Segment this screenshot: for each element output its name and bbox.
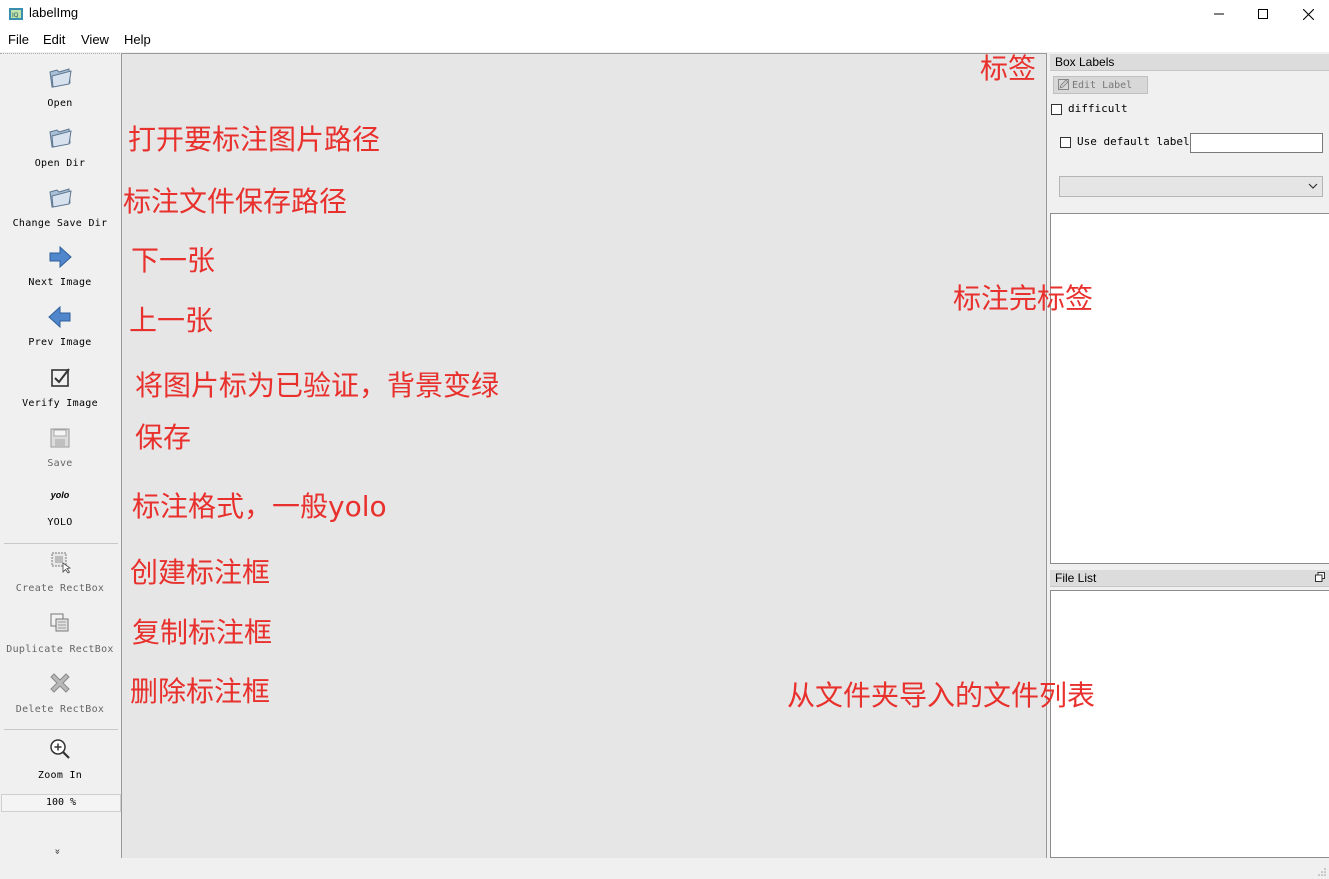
menu-edit[interactable]: Edit: [43, 32, 65, 47]
open-folder-icon: [49, 68, 72, 88]
default-label-input[interactable]: [1190, 133, 1323, 153]
use-default-label-text: Use default label: [1077, 135, 1190, 148]
yolo-format-button[interactable]: yolo YOLO: [0, 482, 120, 534]
right-dock: Box Labels Edit Label difficult Use defa…: [1048, 53, 1329, 858]
toolbar-separator: [4, 729, 118, 730]
status-bar: [0, 858, 1329, 879]
save-dir-folder-icon: [49, 188, 72, 208]
labelimg-app-icon: IQ: [9, 8, 23, 20]
menu-help[interactable]: Help: [124, 32, 151, 47]
save-label: Save: [47, 458, 73, 469]
checkbox-icon: [51, 368, 70, 387]
zoom-level-spinbox[interactable]: 100 %: [1, 794, 121, 812]
difficult-checkbox[interactable]: [1051, 104, 1062, 115]
verify-image-button[interactable]: Verify Image: [0, 362, 120, 414]
minimize-button[interactable]: [1196, 0, 1242, 28]
annotation-done-labels: 标注完标签: [953, 282, 1094, 315]
arrow-right-icon: [49, 245, 72, 269]
zoom-in-label: Zoom In: [37, 770, 83, 781]
change-save-dir-label: Change Save Dir: [12, 218, 108, 229]
label-list[interactable]: [1050, 213, 1329, 564]
toolbar: Open Open Dir Change Save Dir Next Image…: [0, 53, 121, 859]
toolbar-extension-button[interactable]: »: [52, 848, 63, 854]
svg-text:IQ: IQ: [12, 12, 19, 19]
next-image-label: Next Image: [28, 277, 92, 288]
close-button[interactable]: [1285, 0, 1329, 28]
save-button[interactable]: Save: [0, 422, 120, 474]
open-button[interactable]: Open: [0, 62, 120, 114]
create-rectbox-label: Create RectBox: [15, 583, 105, 594]
zoom-in-icon: [50, 739, 70, 759]
annotation-save-path: 标注文件保存路径: [123, 185, 348, 218]
use-default-label-checkbox[interactable]: [1060, 137, 1071, 148]
open-dir-label: Open Dir: [34, 158, 86, 169]
chevron-down-icon: [1308, 183, 1318, 189]
duplicate-rectbox-button[interactable]: Duplicate RectBox: [0, 609, 120, 661]
yolo-label: YOLO: [47, 517, 73, 528]
delete-rectbox-label: Delete RectBox: [15, 704, 105, 715]
menu-view[interactable]: View: [81, 32, 109, 47]
delete-x-icon: [50, 673, 70, 693]
float-dock-icon[interactable]: [1315, 572, 1325, 582]
file-list-title-text: File List: [1055, 571, 1097, 585]
floppy-disk-icon: [50, 428, 70, 448]
menu-file[interactable]: File: [8, 32, 29, 47]
box-labels-title: Box Labels: [1050, 54, 1329, 71]
next-image-button[interactable]: Next Image: [0, 242, 120, 294]
arrow-left-icon: [48, 305, 71, 329]
annotation-prev: 上一张: [129, 304, 214, 337]
delete-rectbox-button[interactable]: Delete RectBox: [0, 669, 120, 721]
open-dir-folder-icon: [49, 128, 72, 148]
annotation-open-path: 打开要标注图片路径: [128, 123, 381, 156]
label-combobox[interactable]: [1059, 176, 1323, 197]
toolbar-separator: [4, 543, 118, 544]
verify-image-label: Verify Image: [22, 398, 98, 409]
annotation-next: 下一张: [131, 244, 216, 277]
annotation-duplicate: 复制标注框: [132, 616, 273, 649]
zoom-in-button[interactable]: Zoom In: [0, 735, 120, 787]
resize-grip-icon[interactable]: [1315, 865, 1327, 877]
minimize-icon: [1214, 13, 1224, 15]
prev-image-button[interactable]: Prev Image: [0, 302, 120, 354]
duplicate-rectbox-icon: [50, 613, 69, 632]
annotation-file-list: 从文件夹导入的文件列表: [787, 679, 1096, 712]
duplicate-rectbox-label: Duplicate RectBox: [6, 644, 114, 655]
annotation-create: 创建标注框: [130, 556, 271, 589]
file-list-title: File List: [1050, 570, 1329, 587]
difficult-label: difficult: [1068, 102, 1128, 115]
annotation-delete: 删除标注框: [130, 675, 271, 708]
maximize-button[interactable]: [1240, 0, 1286, 28]
prev-image-label: Prev Image: [28, 337, 92, 348]
change-save-dir-button[interactable]: Change Save Dir: [0, 182, 120, 234]
maximize-icon: [1258, 9, 1268, 19]
annotation-labels: 标签: [980, 52, 1037, 85]
close-icon: [1302, 8, 1314, 20]
file-list[interactable]: [1050, 590, 1329, 858]
window-title: labelImg: [29, 5, 79, 20]
title-bar: IQ labelImg: [0, 0, 1329, 28]
yolo-icon: yolo: [50, 490, 70, 500]
edit-label-text: Edit Label: [1072, 80, 1133, 91]
annotation-format: 标注格式，一般yolo: [132, 490, 387, 523]
open-label: Open: [47, 98, 73, 109]
image-canvas[interactable]: [121, 53, 1047, 859]
annotation-save: 保存: [135, 421, 192, 454]
edit-label-button[interactable]: Edit Label: [1053, 76, 1148, 94]
annotation-verify: 将图片标为已验证，背景变绿: [135, 369, 500, 402]
menu-bar: File Edit View Help: [0, 28, 1329, 52]
create-rectbox-icon: [51, 552, 72, 574]
create-rectbox-button[interactable]: Create RectBox: [0, 548, 120, 600]
open-dir-button[interactable]: Open Dir: [0, 122, 120, 174]
edit-pencil-icon: [1058, 79, 1069, 90]
